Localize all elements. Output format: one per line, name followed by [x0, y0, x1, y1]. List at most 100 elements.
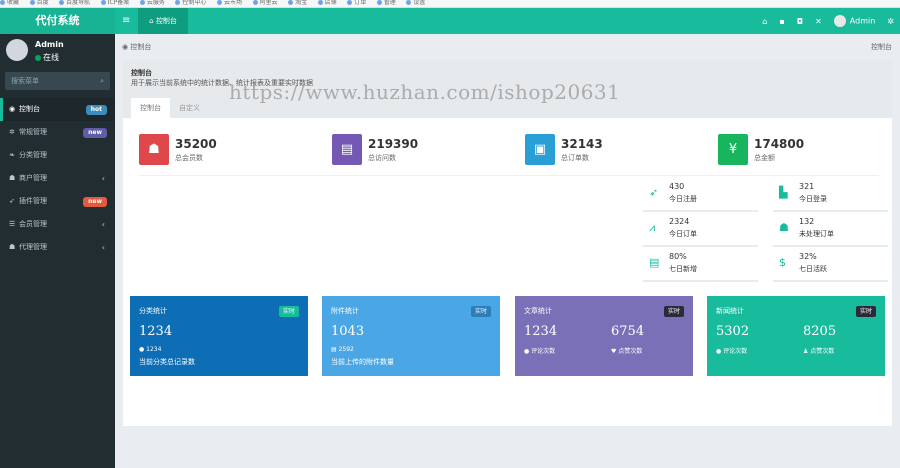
mini-stat-login: ▙ 321 今日登录 [773, 179, 888, 212]
user-status: 在线 [35, 52, 59, 63]
top-navbar: ≡ ⌂ 控制台 ⌂ ▪ ◘ ✕ Admin ✲ [115, 8, 900, 34]
bookmark[interactable]: 收藏 [0, 0, 19, 6]
tab-dashboard[interactable]: 控制台 [131, 98, 170, 118]
hot-badge: hot [85, 105, 107, 115]
menu-toggle-icon[interactable]: ≡ [122, 8, 130, 34]
stat-value: 174800 [754, 137, 805, 151]
users-icon: ☗ [9, 174, 16, 182]
realtime-badge: 实时 [278, 306, 299, 317]
mini-stat-active: $ 32% 七日活跃 [773, 249, 888, 282]
home-icon[interactable]: ⌂ [762, 17, 767, 26]
card-news: 新闻统计 实时 5302 8205 ● 评论次数 ♟ 点赞次数 [707, 296, 885, 376]
panel-tabs: 控制台 自定义 [131, 98, 209, 118]
bookmark[interactable]: 淘宝 [288, 0, 307, 6]
avatar [833, 15, 846, 27]
browser-bookmarks-bar: 收藏 百度 百度导航 ICP备案 云服务 控制中心 云市场 阿里云 淘宝 店铺 … [0, 0, 900, 8]
rocket-icon: ➶ [9, 197, 15, 205]
sidebar-item-member[interactable]: ☰ 会员管理 ‹ [0, 213, 115, 236]
cart-icon: ▙ [779, 186, 788, 199]
bookmark[interactable]: 店铺 [318, 0, 337, 6]
mini-stat-register: ➶ 430 今日注册 [643, 179, 758, 212]
sidebar-item-plugin[interactable]: ➶ 插件管理 new [0, 190, 115, 213]
users-icon: ☗ [779, 221, 789, 234]
panel-header: 控制台 用于展示当前系统中的统计数据、统计报表及重要实时数据 控制台 自定义 h… [123, 60, 892, 118]
divider [139, 175, 879, 176]
sidebar-search-input[interactable]: 搜索菜单 ⌕ [5, 72, 110, 90]
mini-stat-orders: ⩘ 2324 今日订单 [643, 214, 758, 247]
users-icon: ☗ [139, 134, 169, 165]
trash-icon[interactable]: ▪ [779, 17, 784, 26]
breadcrumb: ◉ 控制台 [122, 43, 152, 51]
main-content: ◉ 控制台 控制台 控制台 用于展示当前系统中的统计数据、统计报表及重要实时数据… [115, 34, 900, 468]
watermark: https://www.huzhan.com/ishop20631 [229, 80, 621, 104]
shopping-bag-icon: ▣ [525, 134, 555, 165]
chevron-left-icon: ‹ [101, 220, 105, 229]
bookmark[interactable]: 阿里云 [253, 0, 278, 6]
stat-label: 总金额 [754, 154, 775, 162]
leaf-icon: ❧ [9, 151, 15, 159]
rocket-icon: ➶ [649, 186, 659, 199]
card-category: 分类统计 实时 1234 ● 1234 当前分类总记录数 [130, 296, 308, 376]
stat-label: 总会员数 [175, 154, 203, 162]
realtime-badge: 实时 [855, 306, 876, 317]
chevron-left-icon: ‹ [101, 243, 105, 252]
bookmark[interactable]: 云市场 [217, 0, 242, 6]
tab-custom[interactable]: 自定义 [170, 98, 209, 118]
home-icon: ⌂ [149, 17, 156, 25]
bookmark[interactable]: 管理 [377, 0, 396, 6]
card-article: 文章统计 实时 1234 6754 ● 评论次数 ♥ 点赞次数 [515, 296, 693, 376]
mini-stat-new: ▤ 80% 七日新增 [643, 249, 758, 282]
sidebar-item-dashboard[interactable]: ◉ 控制台 hot [0, 98, 115, 121]
mini-stat-pending: ☗ 132 未处理订单 [773, 214, 888, 247]
stat-label: 总订单数 [561, 154, 589, 162]
sidebar-item-category[interactable]: ❧ 分类管理 [0, 144, 115, 167]
sidebar-item-agent[interactable]: ☗ 代理管理 ‹ [0, 236, 115, 259]
stat-amount: ¥ 174800 总金额 [718, 134, 868, 166]
avatar [6, 39, 28, 61]
bookmark[interactable]: 百度 [30, 0, 49, 6]
stat-value: 32143 [561, 137, 603, 151]
settings-icon[interactable]: ✲ [887, 17, 894, 26]
book-icon: ▤ [332, 134, 362, 165]
list-icon: ☰ [9, 220, 16, 228]
dashboard-icon: ◉ [9, 105, 16, 113]
yen-icon: ¥ [718, 134, 748, 165]
realtime-badge: 实时 [470, 306, 491, 317]
fullscreen-icon[interactable]: ✕ [815, 17, 822, 26]
breadcrumb-current: 控制台 [871, 43, 892, 51]
tab-dashboard[interactable]: ⌂ 控制台 [138, 8, 188, 34]
bookmark[interactable]: 百度导航 [59, 0, 90, 6]
app-logo[interactable]: 代付系统 [0, 8, 115, 34]
stat-label: 总访问数 [368, 154, 396, 162]
bookmark[interactable]: 设置 [406, 0, 425, 6]
bookmark[interactable]: 控制中心 [175, 0, 206, 6]
user-panel: Admin 在线 [0, 34, 115, 70]
group-icon: ☗ [9, 243, 16, 251]
translate-icon[interactable]: ◘ [797, 17, 803, 26]
panel-title: 控制台 [131, 69, 152, 77]
stat-value: 219390 [368, 137, 419, 151]
sidebar: Admin 在线 搜索菜单 ⌕ ◉ 控制台 hot ✲ 常规管理 new ❧ 分类管理 ☗ 商… [0, 34, 115, 468]
dollar-icon: $ [779, 256, 786, 269]
bookmark[interactable]: 订单 [347, 0, 366, 6]
bookmark[interactable]: ICP备案 [101, 0, 130, 6]
chart-icon: ⩘ [649, 221, 656, 234]
chevron-left-icon: ‹ [101, 174, 105, 183]
stat-visits: ▤ 219390 总访问数 [332, 134, 482, 166]
stat-members: ☗ 35200 总会员数 [139, 134, 289, 166]
search-icon[interactable]: ⌕ [100, 72, 104, 90]
sidebar-item-merchant[interactable]: ☗ 商户管理 ‹ [0, 167, 115, 190]
user-name: Admin [35, 40, 64, 49]
user-menu[interactable]: Admin [833, 15, 875, 27]
card-icon: ▤ [649, 256, 660, 269]
online-dot-icon [35, 54, 41, 61]
stat-value: 35200 [175, 137, 217, 151]
new-badge: new [83, 128, 107, 138]
realtime-badge: 实时 [663, 306, 684, 317]
bookmark[interactable]: 云服务 [140, 0, 165, 6]
sidebar-item-general[interactable]: ✲ 常规管理 new [0, 121, 115, 144]
card-attachment: 附件统计 实时 1043 ▤ 2592 当前上传的附件数量 [322, 296, 500, 376]
files-icon: ▤ [331, 346, 339, 353]
new-badge: new [83, 197, 107, 207]
cogs-icon: ✲ [9, 128, 15, 136]
